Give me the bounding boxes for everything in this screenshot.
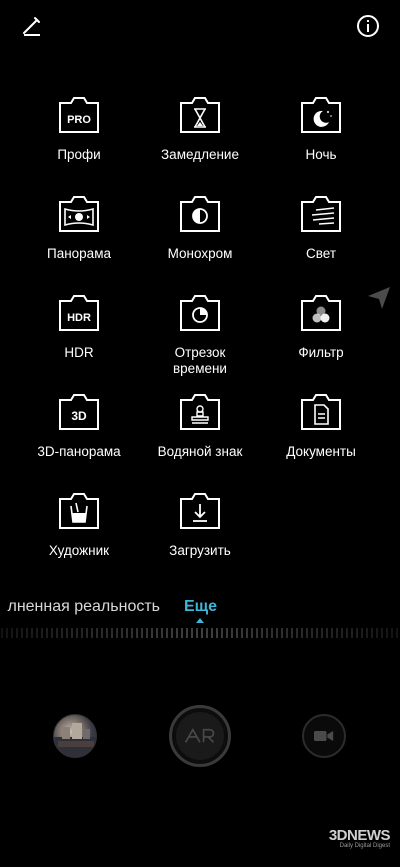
location-arrow-icon (366, 284, 392, 310)
download-icon (178, 491, 222, 531)
light-trails-icon (299, 194, 343, 234)
mode-label: Ночь (305, 147, 337, 162)
3d-panorama-icon: 3D (57, 392, 101, 432)
mode-label: Отрезок времени (173, 345, 227, 376)
mode-label: Панорама (47, 246, 111, 261)
monochrome-icon (178, 194, 222, 234)
mode-download[interactable]: Загрузить (135, 491, 265, 559)
mode-label: Монохром (167, 246, 233, 261)
gallery-thumbnail[interactable] (53, 714, 97, 758)
mode-tabs: лненная реальность Еще (0, 596, 400, 620)
mode-label: Профи (57, 147, 101, 162)
timelapse-icon (178, 293, 222, 333)
mode-label: Документы (286, 444, 356, 459)
mode-scroll-ruler[interactable] (0, 627, 400, 639)
mode-panorama[interactable]: Панорама (14, 194, 144, 262)
svg-text:HDR: HDR (67, 312, 91, 324)
mode-timelapse[interactable]: Отрезок времени (135, 293, 265, 377)
mode-label: HDR (64, 345, 94, 360)
mode-label: 3D-панорама (37, 444, 121, 459)
mode-3d-panorama[interactable]: 3D 3D-панорама (14, 392, 144, 460)
mode-light[interactable]: Свет (256, 194, 386, 262)
mode-label: Загрузить (169, 543, 231, 558)
capture-controls (0, 700, 400, 780)
mode-hdr[interactable]: HDR HDR (14, 293, 144, 361)
tab-more[interactable]: Еще (184, 598, 217, 616)
info-icon[interactable] (356, 14, 380, 38)
document-icon (299, 392, 343, 432)
mode-label: Фильтр (298, 345, 344, 360)
pro-icon: PRO (57, 95, 101, 135)
mode-label: Водяной знак (157, 444, 243, 459)
shutter-button[interactable] (169, 705, 231, 767)
video-camera-icon[interactable] (302, 714, 346, 758)
mode-monochrome[interactable]: Монохром (135, 194, 265, 262)
mode-artist[interactable]: Художник (14, 491, 144, 559)
panorama-icon (57, 194, 101, 234)
watermark-stamp-icon (178, 392, 222, 432)
mode-documents[interactable]: Документы (256, 392, 386, 460)
artist-icon (57, 491, 101, 531)
ar-icon (176, 712, 224, 760)
night-moon-icon (299, 95, 343, 135)
svg-text:PRO: PRO (67, 114, 91, 126)
mode-slow-motion[interactable]: Замедление (135, 95, 265, 163)
mode-pro[interactable]: PRO Профи (14, 95, 144, 163)
filter-icon (299, 293, 343, 333)
3dnews-watermark-logo: 3DNEWS Daily Digital Digest (328, 827, 391, 849)
mode-night[interactable]: Ночь (256, 95, 386, 163)
hourglass-icon (178, 95, 222, 135)
svg-text:3D: 3D (71, 409, 87, 423)
mode-label: Свет (305, 246, 336, 261)
tab-augmented-reality[interactable]: лненная реальность (7, 598, 160, 616)
tab-indicator-icon (196, 618, 204, 623)
mode-watermark[interactable]: Водяной знак (135, 392, 265, 460)
top-bar (0, 0, 400, 56)
edit-pencil-icon[interactable] (20, 14, 44, 38)
mode-label: Художник (48, 543, 110, 558)
hdr-icon: HDR (57, 293, 101, 333)
mode-label: Замедление (161, 147, 239, 162)
